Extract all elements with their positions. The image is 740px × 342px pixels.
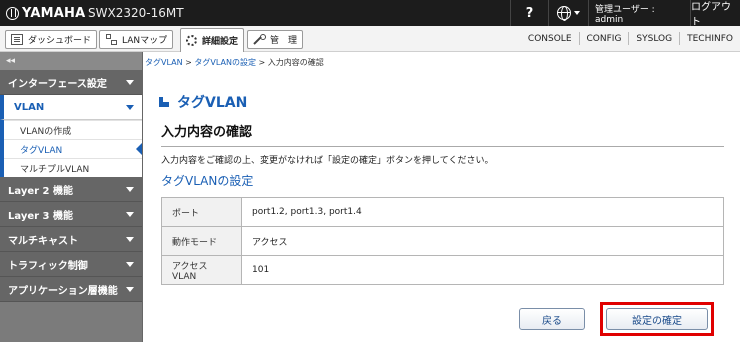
- language-button[interactable]: [548, 0, 588, 26]
- console-link[interactable]: CONSOLE: [521, 32, 579, 45]
- tab-label: ダッシュボード: [28, 36, 92, 46]
- utility-links: CONSOLE CONFIG SYSLOG TECHINFO: [521, 26, 740, 51]
- confirm-button-highlight: 設定の確定: [600, 302, 714, 336]
- sidebar-item-interface-settings[interactable]: インターフェース設定: [0, 70, 142, 95]
- breadcrumb-tag-vlan[interactable]: タグVLAN: [145, 58, 183, 67]
- row-value-port: port1.2, port1.3, port1.4: [241, 197, 724, 227]
- logout-link[interactable]: ログアウト: [690, 0, 740, 28]
- table-row: アクセスVLAN 101: [161, 255, 724, 285]
- caret-down-icon: [574, 11, 580, 15]
- breadcrumb-separator: >: [255, 58, 268, 67]
- sidebar-item-label: アプリケーション層機能: [8, 285, 118, 297]
- breadcrumb-current: 入力内容の確認: [267, 58, 324, 67]
- sidebar-subitem-multiple-vlan[interactable]: マルチプルVLAN: [4, 158, 142, 177]
- breadcrumb: タグVLAN > タグVLANの設定 > 入力内容の確認: [145, 57, 324, 68]
- sidebar-item-vlan[interactable]: VLAN: [0, 95, 142, 120]
- vlan-submenu: VLANの作成 タグVLAN マルチプルVLAN: [0, 120, 142, 177]
- wrench-icon: [253, 34, 266, 45]
- help-button[interactable]: ?: [510, 0, 548, 26]
- back-button[interactable]: 戻る: [519, 308, 585, 330]
- sidebar-item-application-layer[interactable]: アプリケーション層機能: [0, 277, 142, 302]
- divider: [161, 146, 724, 147]
- confirmation-description: 入力内容をご確認の上、変更がなければ「設定の確定」ボタンを押してください。: [161, 156, 494, 166]
- section-title: 入力内容の確認: [161, 125, 253, 140]
- config-link[interactable]: CONFIG: [578, 32, 629, 45]
- page-title: タグVLAN: [177, 95, 248, 111]
- triangle-down-icon: [126, 211, 134, 217]
- row-value-access-vlan: 101: [241, 255, 724, 285]
- row-value-mode: アクセス: [241, 226, 724, 256]
- triangle-down-icon: [126, 104, 134, 110]
- brand-name: YAMAHA: [22, 5, 86, 21]
- yamaha-tuning-fork-icon: [6, 6, 19, 20]
- triangle-down-icon: [126, 261, 134, 267]
- sidebar-item-label: VLAN: [14, 101, 45, 113]
- sidebar-item-label: Layer 2 機能: [8, 185, 73, 197]
- globe-icon: [557, 6, 571, 21]
- sidebar-item-layer3[interactable]: Layer 3 機能: [0, 202, 142, 227]
- table-row: 動作モード アクセス: [161, 226, 724, 256]
- tab-label: 管 理: [270, 36, 298, 46]
- techinfo-link[interactable]: TECHINFO: [679, 32, 740, 45]
- sidebar: ◂◂ インターフェース設定 VLAN VLANの作成 タグVLAN マルチプルV…: [0, 52, 143, 342]
- table-row: ポート port1.2, port1.3, port1.4: [161, 197, 724, 227]
- tab-lan-map[interactable]: LANマップ: [99, 30, 174, 49]
- sidebar-item-label: インターフェース設定: [8, 78, 107, 90]
- triangle-down-icon: [126, 186, 134, 192]
- settings-table: ポート port1.2, port1.3, port1.4 動作モード アクセス…: [161, 197, 724, 285]
- gear-icon: [186, 35, 197, 46]
- row-label-access-vlan: アクセスVLAN: [161, 255, 242, 285]
- page-title-row: タグVLAN: [159, 92, 247, 112]
- sidebar-item-traffic-control[interactable]: トラフィック制御: [0, 252, 142, 277]
- tab-label: LANマップ: [122, 36, 168, 46]
- breadcrumb-separator: >: [182, 58, 195, 67]
- main-content: タグVLAN > タグVLANの設定 > 入力内容の確認 タグVLAN 入力内容…: [144, 52, 740, 342]
- sidebar-item-label: Layer 3 機能: [8, 210, 73, 222]
- sidebar-item-label: トラフィック制御: [8, 260, 88, 272]
- tab-label: 詳細設定: [202, 37, 239, 47]
- top-right-controls: ? 管理ユーザー : admin ログアウト: [510, 0, 740, 28]
- page-title-icon: [159, 97, 169, 107]
- sidebar-item-multicast[interactable]: マルチキャスト: [0, 227, 142, 252]
- current-user: 管理ユーザー : admin: [588, 0, 690, 26]
- dashboard-icon: [11, 34, 23, 45]
- sidebar-collapse-button[interactable]: ◂◂: [0, 52, 142, 70]
- settings-subheading: タグVLANの設定: [161, 174, 254, 188]
- row-label-mode: 動作モード: [161, 226, 242, 256]
- breadcrumb-tag-vlan-settings[interactable]: タグVLANの設定: [194, 58, 256, 67]
- top-bar: YAMAHA SWX2320-16MT ? 管理ユーザー : admin ログア…: [0, 0, 740, 28]
- triangle-down-icon: [126, 286, 134, 292]
- sidebar-item-label: マルチキャスト: [8, 235, 78, 247]
- device-model: SWX2320-16MT: [88, 6, 184, 20]
- row-label-port: ポート: [161, 197, 242, 227]
- triangle-down-icon: [126, 79, 134, 85]
- tab-management[interactable]: 管 理: [247, 30, 304, 49]
- main-nav-bar: ダッシュボード LANマップ 詳細設定 管 理 CONSOLE CONFIG S…: [0, 26, 740, 52]
- syslog-link[interactable]: SYSLOG: [628, 32, 679, 45]
- yamaha-logo: YAMAHA: [6, 5, 85, 21]
- sidebar-subitem-vlan-create[interactable]: VLANの作成: [4, 120, 142, 139]
- sidebar-item-layer2[interactable]: Layer 2 機能: [0, 177, 142, 202]
- tab-dashboard[interactable]: ダッシュボード: [5, 30, 98, 49]
- confirm-settings-button[interactable]: 設定の確定: [606, 308, 708, 330]
- lan-map-icon: [105, 34, 117, 45]
- triangle-down-icon: [126, 236, 134, 242]
- sidebar-subitem-tag-vlan[interactable]: タグVLAN: [4, 139, 142, 158]
- tab-advanced-settings[interactable]: 詳細設定: [180, 28, 245, 52]
